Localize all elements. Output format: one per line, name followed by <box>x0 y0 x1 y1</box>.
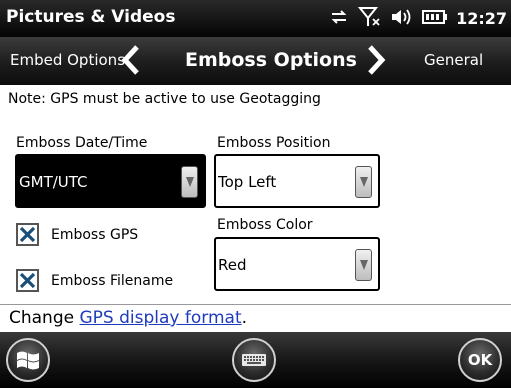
chevron-left-icon[interactable] <box>120 43 142 84</box>
emboss-color-select[interactable]: Red <box>214 237 380 291</box>
status-icons[interactable]: 12:27 <box>328 5 507 31</box>
change-suffix: . <box>241 308 248 328</box>
emboss-gps-checkbox[interactable] <box>16 223 39 246</box>
gps-note: Note: GPS must be active to use Geotaggi… <box>8 91 321 107</box>
tab-general[interactable]: General <box>424 51 483 69</box>
tab-header: Embed Options Emboss Options General <box>0 37 511 85</box>
emboss-filename-label[interactable]: Emboss Filename <box>51 273 173 289</box>
emboss-position-value: Top Left <box>218 173 277 191</box>
emboss-datetime-select[interactable]: GMT/UTC <box>15 154 206 208</box>
emboss-color-value: Red <box>218 256 247 274</box>
change-format-line: Change GPS display format. <box>0 304 511 332</box>
check-x-icon <box>19 226 36 243</box>
volume-icon <box>390 7 414 30</box>
windows-start-icon <box>17 351 39 370</box>
app-title: Pictures & Videos <box>6 7 176 27</box>
title-bar: Pictures & Videos 12:27 <box>0 0 511 37</box>
dropdown-arrow-icon[interactable] <box>181 166 198 198</box>
change-prefix: Change <box>9 308 80 328</box>
emboss-filename-checkbox[interactable] <box>16 269 39 292</box>
chevron-right-icon[interactable] <box>365 43 387 84</box>
battery-icon <box>422 9 448 28</box>
data-arrows-icon <box>328 8 350 29</box>
check-x-icon <box>19 272 36 289</box>
dropdown-arrow-icon[interactable] <box>355 249 372 281</box>
tab-emboss-options[interactable]: Emboss Options <box>185 49 357 71</box>
emboss-options-panel: Note: GPS must be active to use Geotaggi… <box>0 85 511 304</box>
clock: 12:27 <box>456 8 507 28</box>
keyboard-icon <box>242 354 266 366</box>
start-button[interactable] <box>6 338 50 382</box>
emboss-datetime-label: Emboss Date/Time <box>16 135 148 151</box>
dropdown-arrow-icon[interactable] <box>355 166 372 198</box>
tab-embed-options[interactable]: Embed Options <box>10 51 125 69</box>
no-signal-icon <box>357 6 382 31</box>
softkey-bar: OK <box>0 332 511 388</box>
keyboard-button[interactable] <box>232 338 276 382</box>
emboss-position-select[interactable]: Top Left <box>214 154 380 208</box>
emboss-gps-label[interactable]: Emboss GPS <box>51 227 138 243</box>
emboss-color-label: Emboss Color <box>217 217 313 233</box>
ok-button[interactable]: OK <box>458 338 502 382</box>
emboss-datetime-value: GMT/UTC <box>19 173 88 191</box>
gps-display-format-link[interactable]: GPS display format <box>80 308 242 328</box>
emboss-position-label: Emboss Position <box>217 135 331 151</box>
